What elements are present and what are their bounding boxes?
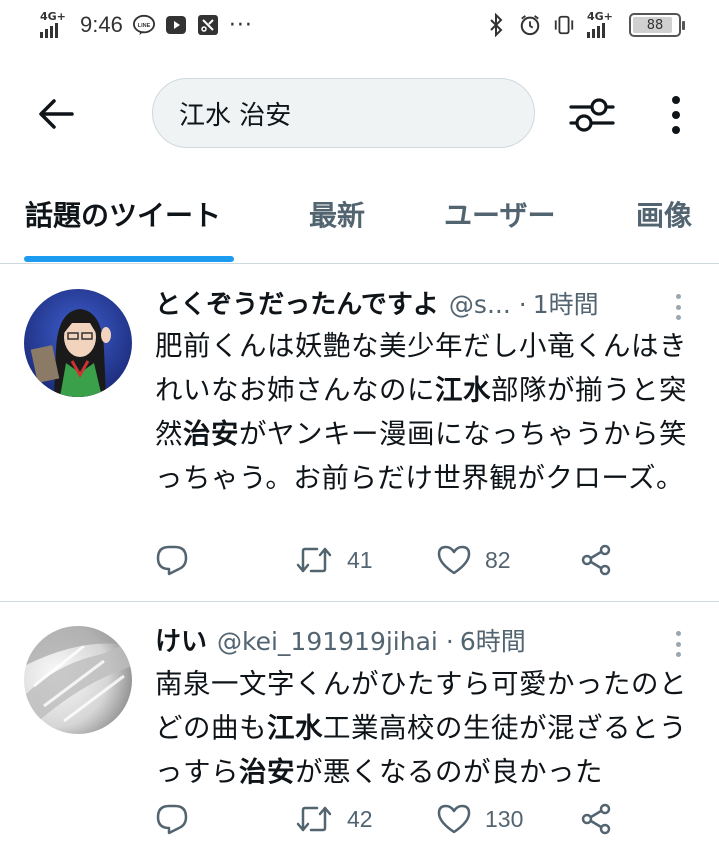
tweet-timestamp[interactable]: 6時間 [460, 622, 526, 658]
tweet-author-handle[interactable]: @kei_191919jihai [217, 627, 438, 656]
like-button[interactable]: 130 [437, 799, 523, 839]
battery-level: 88 [646, 17, 664, 33]
tweet-author-name[interactable]: けい [155, 621, 207, 658]
active-tab-indicator [24, 256, 234, 262]
battery-icon: 88 [629, 13, 685, 37]
clock: 9:46 [80, 12, 123, 37]
avatar[interactable] [24, 626, 132, 734]
tab-top-tweets[interactable]: 話題のツイート [25, 194, 221, 234]
arrow-left-icon [39, 99, 74, 129]
tweet-text: 肥前くんは妖艶な美少年だし小竜くんはきれいなお姉さんなのに江水部隊が揃うと突然治… [155, 330, 687, 494]
retweet-button[interactable]: 41 [295, 540, 373, 580]
alarm-icon [519, 14, 541, 36]
tweet-author-handle[interactable]: @s... [449, 290, 511, 319]
network-type-label: 4G+ [40, 10, 66, 23]
signal-icon: 4G+ [40, 10, 70, 38]
share-icon [581, 544, 611, 576]
search-input[interactable]: 江水 治安 [152, 78, 535, 148]
tweet-separator: · [445, 627, 454, 656]
search-highlight: 治安 [183, 418, 239, 450]
search-header: 江水 治安 [0, 56, 719, 168]
vibrate-icon [553, 14, 575, 36]
network-type-label-right: 4G+ [587, 10, 613, 23]
back-button[interactable] [32, 90, 80, 138]
tweet[interactable]: とくぞうだったんですよ @s... · 1時間 肥前くんは妖艶な美少年だし小竜く… [0, 264, 719, 602]
retweet-icon [296, 806, 332, 832]
retweet-count: 41 [347, 546, 373, 573]
search-highlight: 治安 [239, 756, 295, 788]
reply-icon [156, 804, 188, 835]
share-icon [581, 803, 611, 835]
reply-icon [156, 545, 188, 576]
tweet-actions: 42 130 [155, 799, 615, 839]
tab-people[interactable]: ユーザー [444, 194, 555, 234]
tab-latest[interactable]: 最新 [309, 194, 365, 234]
share-button[interactable] [580, 540, 612, 580]
tweet-header: とくぞうだったんですよ @s... · 1時間 [155, 284, 655, 324]
status-bar-right: 4G+ 88 [485, 10, 685, 38]
heart-icon [437, 545, 471, 575]
overflow-menu-button[interactable] [656, 90, 696, 140]
tweet-text: 南泉一文字くんがひたすら可愛かったのとどの曲も江水工業高校の生徒が混ざるとうっす… [155, 668, 687, 788]
vertical-dots-icon [672, 96, 680, 134]
reply-button[interactable] [155, 799, 189, 839]
retweet-button[interactable]: 42 [295, 799, 373, 839]
screenshot-app-icon [197, 14, 219, 36]
signal-icon-right: 4G+ [587, 10, 617, 38]
like-count: 82 [485, 546, 511, 573]
tweet-options-button[interactable] [668, 627, 688, 661]
tweet-options-button[interactable] [668, 290, 688, 324]
tweet-timestamp[interactable]: 1時間 [533, 285, 599, 321]
search-highlight: 江水 [435, 374, 491, 406]
share-button[interactable] [580, 799, 612, 839]
search-query: 江水 治安 [179, 100, 292, 131]
tweet-separator: · [518, 290, 527, 319]
retweet-icon [296, 547, 332, 573]
tweet-author-name[interactable]: とくぞうだったんですよ [155, 284, 439, 321]
youtube-icon [165, 14, 187, 36]
search-tabs: 話題のツイート 最新 ユーザー 画像 [0, 168, 719, 264]
bluetooth-icon [485, 13, 507, 37]
avatar[interactable] [24, 289, 132, 397]
retweet-count: 42 [347, 805, 373, 832]
svg-text:LINE: LINE [138, 23, 151, 29]
like-count: 130 [485, 805, 524, 832]
more-notifications-icon: ··· [228, 12, 253, 38]
tweet-header: けい @kei_191919jihai · 6時間 [155, 621, 655, 661]
tweet-actions: 41 82 [155, 540, 615, 580]
line-app-icon: LINE [132, 14, 155, 36]
like-button[interactable]: 82 [437, 540, 511, 580]
heart-icon [437, 804, 471, 834]
tab-photos[interactable]: 画像 [636, 194, 692, 234]
reply-button[interactable] [155, 540, 189, 580]
status-bar-left: 4G+ 9:46 LINE ··· [40, 10, 253, 38]
tweet[interactable]: けい @kei_191919jihai · 6時間 南泉一文字くんがひたすら可愛… [0, 603, 719, 854]
search-highlight: 江水 [267, 712, 323, 744]
sliders-icon [569, 98, 615, 132]
search-filter-button[interactable] [566, 90, 618, 140]
status-bar: 4G+ 9:46 LINE ··· 4G+ 88 [0, 0, 719, 56]
